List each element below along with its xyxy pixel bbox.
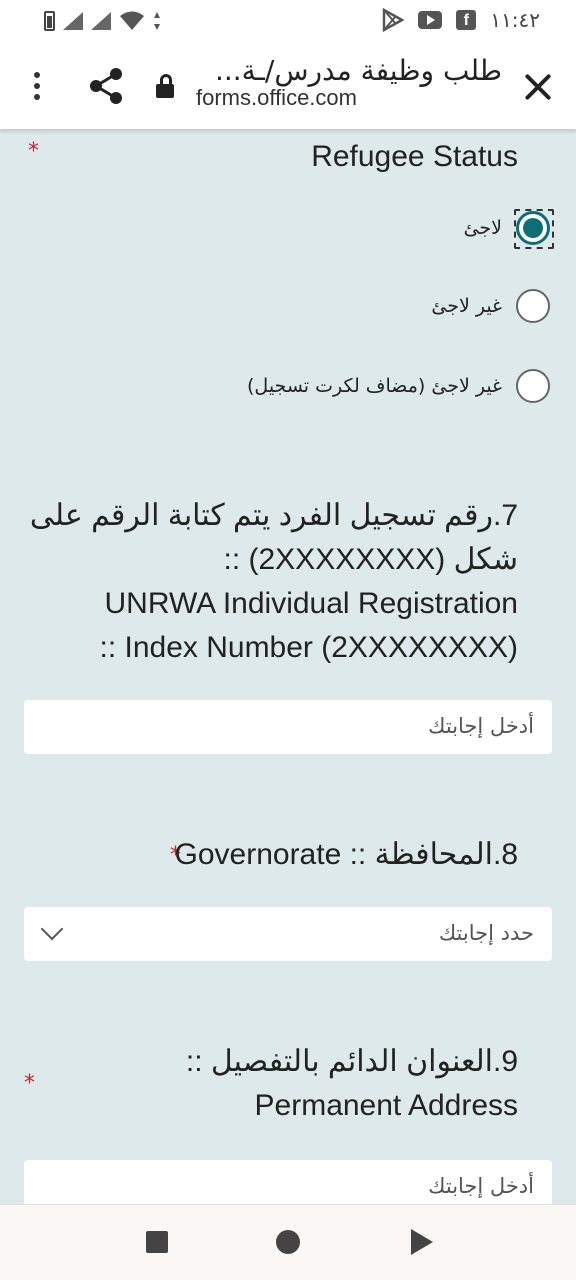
radio-label: غير لاجئ (مضاف لكرت تسجيل) (247, 375, 502, 397)
page-url: forms.office.com (196, 85, 357, 110)
back-icon[interactable] (411, 1229, 433, 1255)
home-icon[interactable] (276, 1230, 300, 1254)
question-7-title: 7.رقم تسجيل الفرد يتم كتابة الرقم على شك… (29, 499, 518, 664)
more-vert-icon[interactable] (24, 68, 50, 108)
wifi-icon (120, 11, 144, 30)
dropdown-placeholder: حدد إجابتك (438, 921, 534, 945)
clock: ١١:٤٢ (490, 8, 540, 32)
answer-placeholder: أدخل إجابتك (428, 1174, 534, 1198)
radio-button[interactable] (516, 289, 550, 323)
play-store-icon (383, 8, 405, 32)
signal-icon (91, 12, 111, 30)
radio-option-refugee[interactable]: لاجئ (463, 208, 554, 249)
youtube-icon (418, 11, 443, 29)
system-nav-bar (0, 1204, 576, 1280)
answer-input-q9[interactable]: أدخل إجابتك (24, 1160, 552, 1204)
lock-icon[interactable] (156, 74, 176, 100)
title-area[interactable]: طلب وظيفة مدرس/ـة... forms.office.com (196, 54, 502, 111)
facebook-icon: f (456, 10, 477, 30)
required-mark: * (24, 1071, 35, 1096)
data-arrows-icon (154, 12, 160, 30)
signal-icon (63, 12, 83, 30)
governorate-dropdown[interactable]: حدد إجابتك (24, 907, 552, 961)
radio-label: غير لاجئ (431, 295, 502, 317)
radio-button-checked[interactable] (514, 209, 554, 249)
radio-option-non-refugee[interactable]: غير لاجئ (431, 286, 550, 326)
answer-input-q7[interactable]: أدخل إجابتك (24, 700, 552, 754)
radio-label: لاجئ (463, 217, 502, 239)
close-icon[interactable] (522, 70, 554, 102)
question-8-title: 8.المحافظة :: Governorate (174, 838, 519, 871)
status-left-icons (44, 10, 161, 32)
share-icon[interactable] (88, 66, 124, 106)
status-bar: f ١١:٤٢ (0, 0, 576, 44)
answer-placeholder: أدخل إجابتك (428, 714, 534, 738)
recents-icon[interactable] (146, 1231, 168, 1253)
required-mark: * (28, 139, 39, 164)
question-6-title: Refugee Status (311, 140, 518, 173)
radio-button[interactable] (516, 369, 550, 403)
status-right-icons: f ١١:٤٢ (382, 8, 540, 32)
browser-toolbar: طلب وظيفة مدرس/ـة... forms.office.com (0, 44, 576, 130)
page-title: طلب وظيفة مدرس/ـة... (214, 54, 502, 87)
battery-icon (44, 11, 55, 31)
question-9-title: 9.العنوان الدائم بالتفصيل :: Permanent A… (185, 1045, 518, 1122)
chevron-down-icon (40, 917, 64, 941)
form-content[interactable]: * Refugee Status لاجئ غير لاجئ غير لاجئ … (0, 131, 576, 1204)
radio-option-non-refugee-registered[interactable]: غير لاجئ (مضاف لكرت تسجيل) (247, 366, 550, 406)
